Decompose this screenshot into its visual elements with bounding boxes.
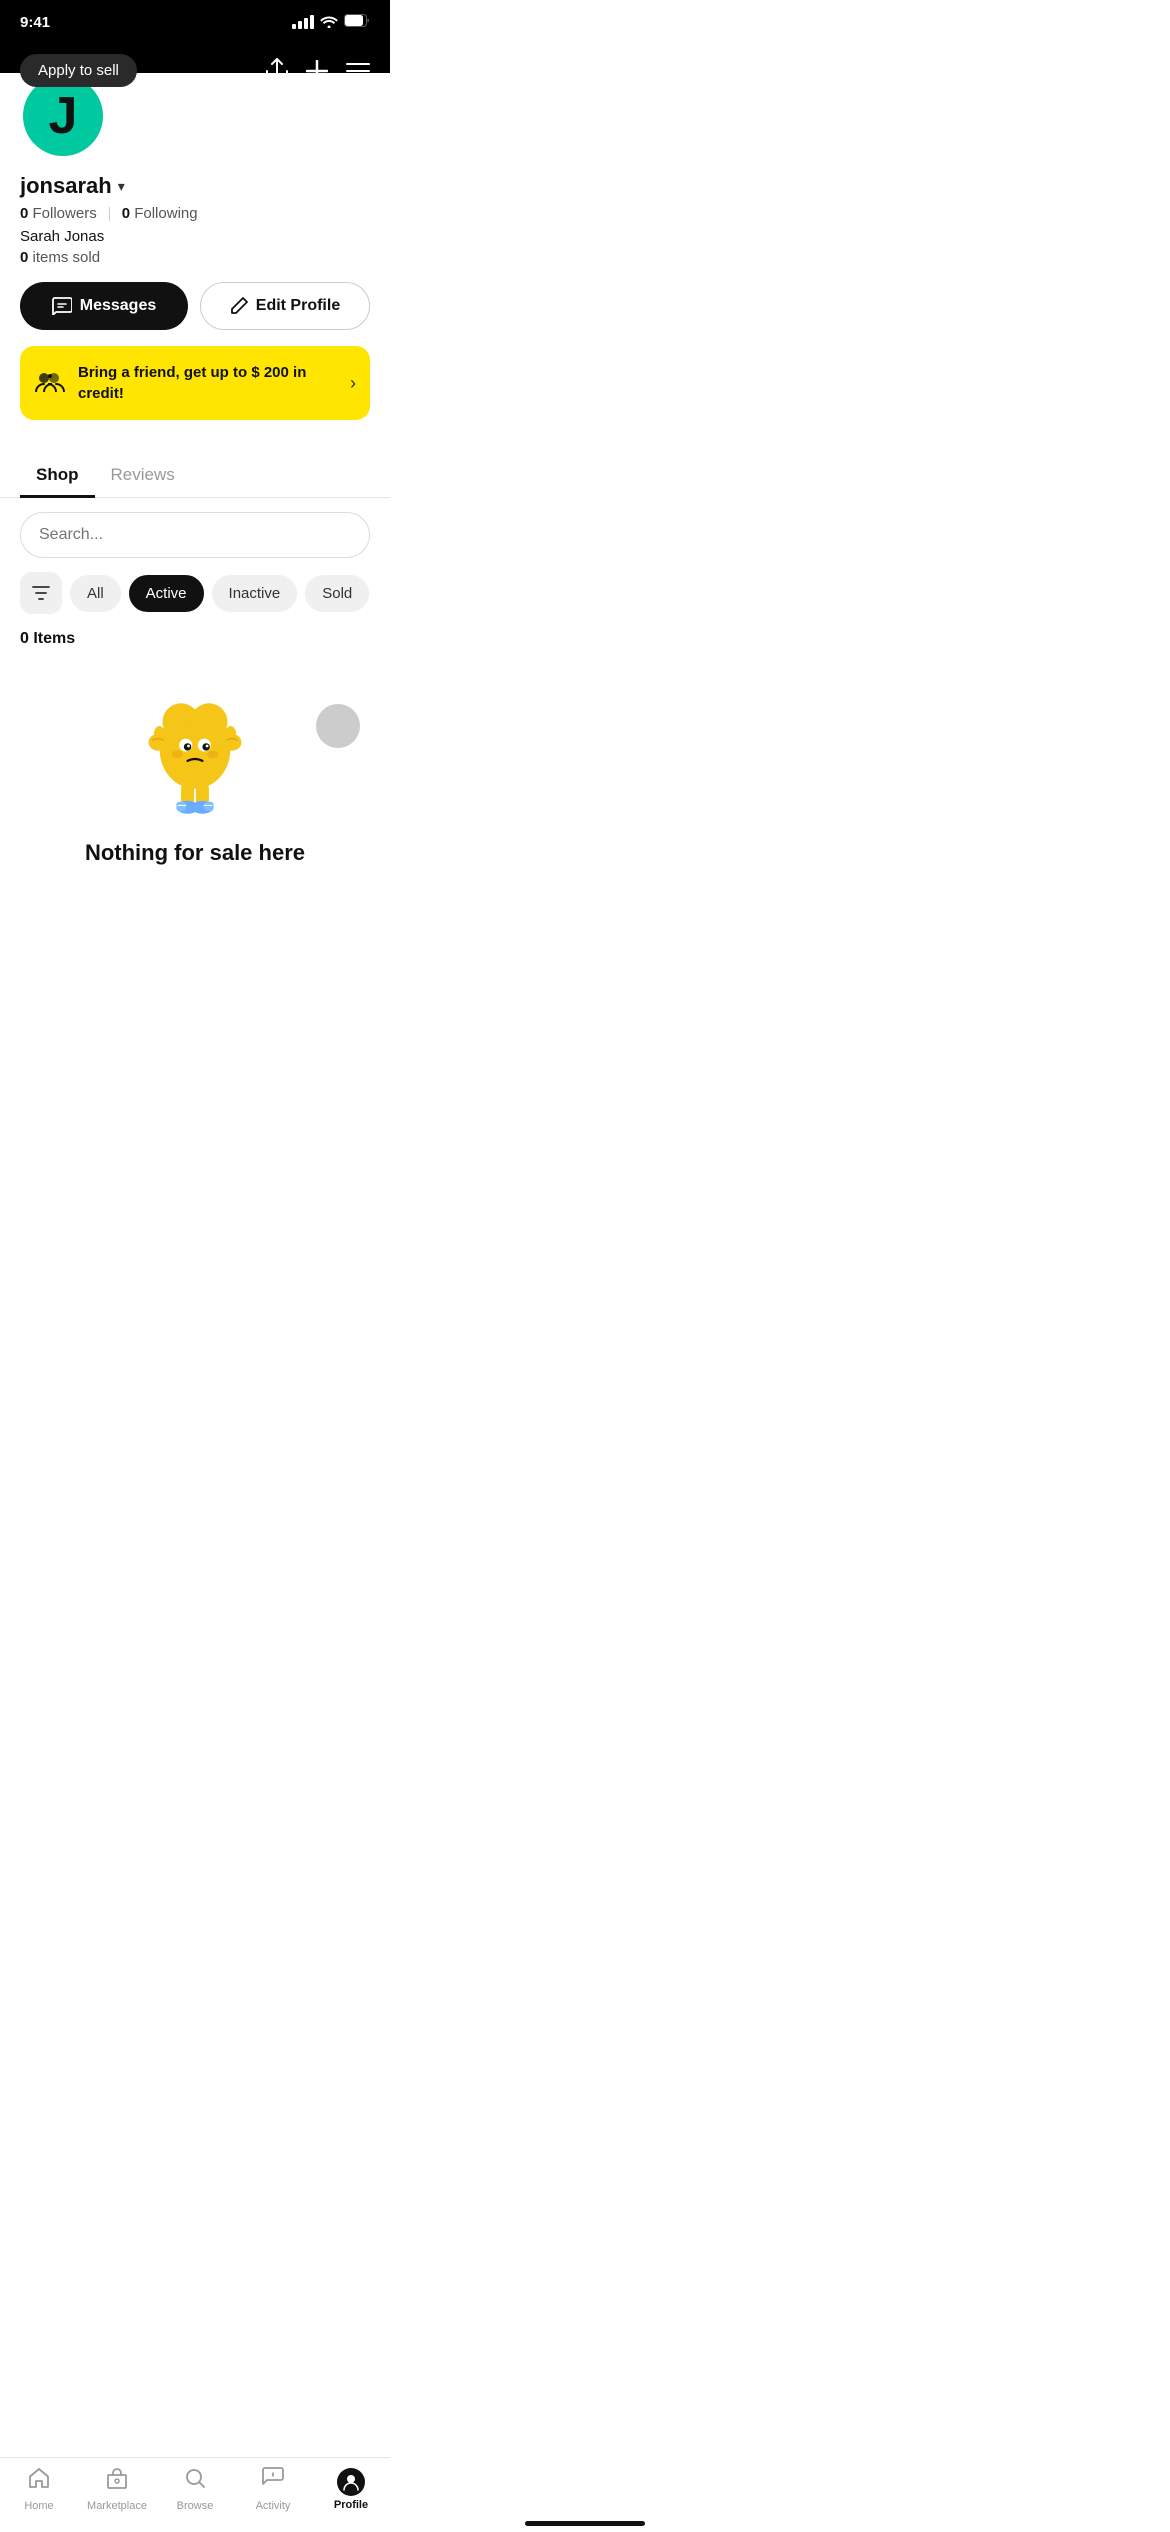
nav-browse[interactable]: Browse [156,2466,234,2512]
profile-section: J jonsarah ▾ 0 Followers 0 Following Sar… [0,73,390,452]
filter-sold[interactable]: Sold [305,575,369,612]
avatar-wrapper: J [20,73,370,159]
home-icon [27,2466,51,2497]
status-time: 9:41 [20,14,50,31]
filter-icon-button[interactable] [20,572,62,614]
share-icon[interactable] [266,58,288,84]
follow-row: 0 Followers 0 Following [20,205,370,222]
referral-chevron-icon: › [350,373,356,394]
tab-shop[interactable]: Shop [20,453,95,498]
followers-count[interactable]: 0 Followers [20,205,97,222]
status-bar: 9:41 [0,0,390,44]
battery-icon [344,14,370,30]
filter-all[interactable]: All [70,575,121,612]
home-indicator [525,2521,645,2526]
browse-icon [183,2466,207,2497]
nav-marketplace-label: Marketplace [87,2500,147,2512]
nav-activity-label: Activity [256,2500,291,2512]
items-sold: 0 items sold [20,249,370,266]
empty-title: Nothing for sale here [85,840,305,866]
status-icons [292,14,370,31]
search-container [0,512,390,572]
messages-label: Messages [80,297,157,315]
nav-profile-label: Profile [334,2499,368,2511]
edit-profile-button[interactable]: Edit Profile [200,282,370,330]
apply-to-sell-button[interactable]: Apply to sell [20,54,137,87]
follow-divider [109,207,110,221]
nav-browse-label: Browse [177,2500,214,2512]
wifi-icon [320,14,338,31]
username-row[interactable]: jonsarah ▾ [20,173,370,199]
nav-home[interactable]: Home [0,2466,78,2512]
menu-icon[interactable] [346,63,370,79]
filter-active[interactable]: Active [129,575,204,612]
empty-state: Nothing for sale here [0,664,390,896]
tab-reviews[interactable]: Reviews [95,453,191,498]
profile-nav-avatar [337,2468,365,2496]
bottom-nav: Home Marketplace Browse Ac [0,2457,390,2532]
nav-activity[interactable]: Activity [234,2466,312,2512]
nav-profile[interactable]: Profile [312,2468,390,2511]
filter-inactive[interactable]: Inactive [212,575,298,612]
following-count[interactable]: 0 Following [122,205,198,222]
full-name: Sarah Jonas [20,228,370,245]
nav-marketplace[interactable]: Marketplace [78,2466,156,2512]
username: jonsarah [20,173,112,199]
items-count: 0 Items [0,630,390,664]
add-icon[interactable] [306,60,328,82]
empty-mascot [130,694,260,824]
nav-home-label: Home [24,2500,53,2512]
marketplace-icon [105,2466,129,2497]
referral-icon [34,368,66,399]
edit-profile-label: Edit Profile [256,297,340,315]
activity-icon [261,2466,285,2497]
messages-button[interactable]: Messages [20,282,188,330]
signal-icon [292,15,314,29]
gray-dot [316,704,360,748]
search-input[interactable] [20,512,370,558]
action-buttons: Messages Edit Profile [20,282,370,330]
tabs: Shop Reviews [0,452,390,498]
chevron-down-icon: ▾ [118,178,125,195]
filter-row: All Active Inactive Sold [0,572,390,630]
referral-banner[interactable]: Bring a friend, get up to $ 200 in credi… [20,346,370,420]
referral-text: Bring a friend, get up to $ 200 in credi… [78,362,338,404]
